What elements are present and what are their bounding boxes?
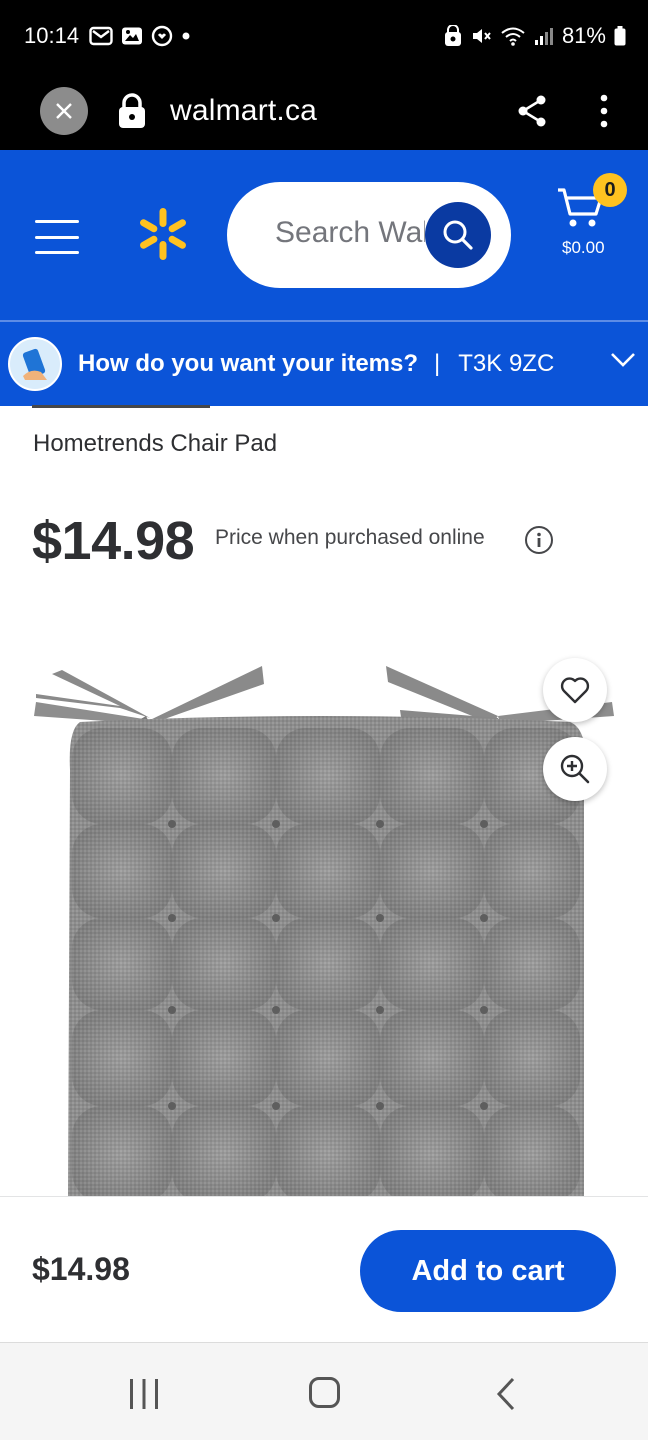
product-price: $14.98 xyxy=(32,511,195,571)
mute-icon xyxy=(472,29,491,43)
search-input[interactable]: Search Walmart xyxy=(227,182,511,288)
menu-line xyxy=(35,220,79,223)
zoom-in-icon xyxy=(560,754,590,784)
close-tab-button[interactable] xyxy=(40,87,88,135)
add-to-cart-button[interactable]: Add to cart xyxy=(360,1230,616,1312)
add-to-favorites-button[interactable] xyxy=(543,658,607,722)
delivery-prompt: How do you want your items? xyxy=(78,350,419,377)
cart-button[interactable]: 0 $0.00 xyxy=(556,173,632,266)
status-time: 10:14 xyxy=(24,23,80,48)
more-options-icon[interactable] xyxy=(600,94,608,128)
cart-count-badge: 0 xyxy=(593,173,627,207)
search-button[interactable] xyxy=(425,202,491,268)
close-icon xyxy=(56,103,72,119)
recent-apps-icon[interactable] xyxy=(128,1379,160,1409)
sticky-price: $14.98 xyxy=(32,1251,130,1287)
gallery-icon xyxy=(122,27,143,45)
chair-pad-illustration xyxy=(34,666,614,1196)
product-image[interactable] xyxy=(0,650,648,1196)
section-indicator xyxy=(32,405,210,408)
battery-percent: 81% xyxy=(561,23,606,48)
menu-line xyxy=(35,235,79,239)
back-icon[interactable] xyxy=(496,1377,516,1411)
mail-icon xyxy=(89,26,113,46)
postal-code: T3K 9ZC xyxy=(458,350,555,377)
product-title: Hometrends Chair Pad xyxy=(33,430,278,457)
heart-check-icon xyxy=(151,25,173,47)
status-bar: 10:14 81% xyxy=(0,0,648,72)
browser-url-bar: walmart.ca xyxy=(0,72,648,150)
chevron-down-icon xyxy=(611,353,635,367)
signal-icon xyxy=(534,28,553,45)
info-icon[interactable] xyxy=(525,526,553,554)
menu-button[interactable] xyxy=(35,220,79,254)
notification-icons xyxy=(89,25,191,47)
lock-icon xyxy=(119,93,145,128)
lock-badge-icon xyxy=(444,25,461,46)
delivery-phone-icon xyxy=(8,337,62,391)
zoom-image-button[interactable] xyxy=(543,737,607,801)
price-note: Price when purchased online xyxy=(215,526,485,549)
battery-icon xyxy=(614,26,626,46)
heart-icon xyxy=(560,677,590,704)
home-button[interactable] xyxy=(309,1377,340,1408)
wifi-icon xyxy=(501,27,525,46)
share-icon[interactable] xyxy=(516,94,548,128)
search-icon xyxy=(443,220,473,250)
system-icons: 81% xyxy=(444,23,626,49)
walmart-spark-logo[interactable] xyxy=(136,206,190,262)
android-nav-bar xyxy=(0,1342,648,1440)
sticky-add-to-cart-bar: $14.98 Add to cart xyxy=(0,1196,648,1342)
menu-line xyxy=(35,251,79,254)
dot-icon xyxy=(182,32,190,40)
url-text[interactable]: walmart.ca xyxy=(170,94,317,128)
delivery-selector[interactable]: How do you want your items? | T3K 9ZC xyxy=(0,320,648,406)
delivery-separator: | xyxy=(434,350,441,377)
site-header: Search Walmart 0 $0.00 xyxy=(0,150,648,320)
search-placeholder: Search Walmart xyxy=(275,216,425,249)
browser-actions xyxy=(516,94,608,128)
cart-total: $0.00 xyxy=(562,238,605,257)
